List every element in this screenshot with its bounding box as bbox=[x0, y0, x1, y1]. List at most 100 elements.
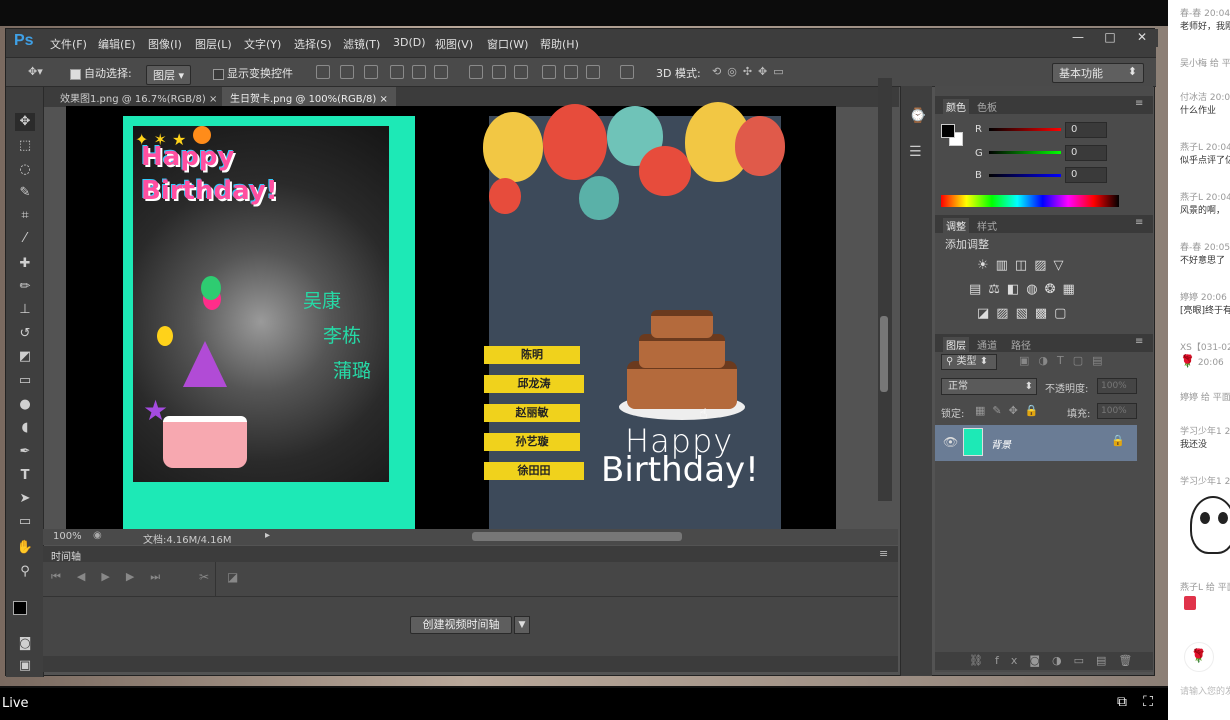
tab-color[interactable]: 颜色 bbox=[943, 99, 969, 114]
zoom-tool-icon[interactable]: ⚲ bbox=[15, 563, 35, 581]
screen-mode-icon[interactable]: ▣ bbox=[15, 657, 35, 675]
show-transform-option[interactable]: 显示变换控件 bbox=[213, 65, 293, 81]
popout-icon[interactable]: ⧉ bbox=[1114, 694, 1130, 710]
b-value[interactable]: 0 bbox=[1065, 167, 1107, 183]
b-slider[interactable] bbox=[989, 174, 1061, 177]
dodge-tool-icon[interactable]: ◖ bbox=[15, 419, 35, 437]
workspace-dropdown[interactable]: 基本功能 ⬍ bbox=[1052, 63, 1144, 83]
panel-menu-icon[interactable]: ≡ bbox=[879, 547, 888, 560]
menu-3d[interactable]: 3D(D) bbox=[393, 36, 426, 49]
maximize-button[interactable]: □ bbox=[1094, 29, 1126, 47]
panel-menu-icon[interactable]: ≡ bbox=[1135, 336, 1143, 347]
align-hcenter-icon[interactable] bbox=[412, 65, 426, 79]
history-panel-icon[interactable]: ⌚ bbox=[909, 108, 926, 124]
vertical-scrollbar[interactable] bbox=[878, 78, 892, 501]
align-bottom-icon[interactable] bbox=[364, 65, 378, 79]
blend-mode-dropdown[interactable]: 正常 ⬍ bbox=[941, 378, 1037, 395]
move-tool-icon[interactable]: ✥ bbox=[15, 113, 35, 131]
tab-swatches[interactable]: 色板 bbox=[977, 99, 997, 114]
tab-effect-image[interactable]: 效果图1.png @ 16.7%(RGB/8) × bbox=[52, 87, 225, 107]
r-value[interactable]: 0 bbox=[1065, 122, 1107, 138]
brush-tool-icon[interactable]: ✏ bbox=[15, 278, 35, 296]
properties-panel-icon[interactable]: ☰ bbox=[909, 144, 922, 160]
auto-select-checkbox[interactable] bbox=[70, 68, 81, 80]
status-menu-arrow-icon[interactable]: ▸ bbox=[265, 530, 270, 541]
menu-image[interactable]: 图像(I) bbox=[148, 36, 182, 52]
menu-help[interactable]: 帮助(H) bbox=[540, 36, 579, 52]
r-slider[interactable] bbox=[989, 128, 1061, 131]
eyedropper-tool-icon[interactable]: ⁄ bbox=[15, 230, 35, 248]
menu-view[interactable]: 视图(V) bbox=[435, 36, 473, 52]
marquee-tool-icon[interactable]: ⬚ bbox=[15, 137, 35, 155]
adjustment-icons-row-1[interactable]: ☀▥◫▨▽ bbox=[977, 258, 1071, 273]
auto-select-dropdown[interactable]: 图层 ▾ bbox=[146, 65, 192, 85]
distribute-left-icon[interactable] bbox=[542, 65, 556, 79]
menu-file[interactable]: 文件(F) bbox=[50, 36, 87, 52]
panel-menu-icon[interactable]: ≡ bbox=[1135, 98, 1143, 109]
shape-tool-icon[interactable]: ▭ bbox=[15, 513, 35, 531]
pen-tool-icon[interactable]: ✒ bbox=[15, 443, 35, 461]
align-right-icon[interactable] bbox=[434, 65, 448, 79]
layer-row-background[interactable]: 👁 背景 🔒 bbox=[935, 425, 1137, 461]
align-left-icon[interactable] bbox=[390, 65, 404, 79]
auto-select-option[interactable]: 自动选择: bbox=[70, 65, 132, 81]
distribute-bottom-icon[interactable] bbox=[514, 65, 528, 79]
color-spectrum[interactable] bbox=[941, 195, 1119, 207]
g-slider[interactable] bbox=[989, 151, 1061, 154]
panel-menu-icon[interactable]: ≡ bbox=[1135, 217, 1143, 228]
zoom-level[interactable]: 100% bbox=[53, 531, 82, 542]
align-top-icon[interactable] bbox=[316, 65, 330, 79]
lock-icons[interactable]: ▦✎✥🔒 bbox=[975, 404, 1046, 417]
menu-window[interactable]: 窗口(W) bbox=[487, 36, 528, 52]
opacity-value[interactable]: 100% bbox=[1097, 378, 1137, 394]
quick-mask-icon[interactable]: ◙ bbox=[15, 635, 35, 653]
adjustment-icons-row-3[interactable]: ◪▨▧▩▢ bbox=[977, 306, 1073, 321]
chat-input[interactable]: 请输入您的发 bbox=[1180, 684, 1230, 697]
gradient-tool-icon[interactable]: ▭ bbox=[15, 372, 35, 390]
show-transform-checkbox[interactable] bbox=[213, 68, 224, 80]
quick-select-tool-icon[interactable]: ✎ bbox=[15, 184, 35, 202]
gift-rose-button[interactable]: 🌹 bbox=[1184, 642, 1214, 672]
path-select-icon[interactable]: ➤ bbox=[15, 490, 35, 508]
menu-layer[interactable]: 图层(L) bbox=[195, 36, 232, 52]
distribute-hcenter-icon[interactable] bbox=[564, 65, 578, 79]
tab-birthday-card[interactable]: 生日贺卡.png @ 100%(RGB/8) × bbox=[222, 87, 396, 107]
tab-paths[interactable]: 路径 bbox=[1011, 337, 1031, 352]
tab-adjustments[interactable]: 调整 bbox=[943, 218, 969, 233]
tab-close-icon[interactable]: × bbox=[379, 94, 387, 105]
blur-tool-icon[interactable]: ● bbox=[15, 396, 35, 414]
type-tool-icon[interactable]: T bbox=[15, 467, 35, 485]
horizontal-scroll-thumb[interactable] bbox=[472, 532, 682, 541]
layer-filter-icons[interactable]: ▣◑T▢▤ bbox=[1019, 354, 1112, 367]
distribute-top-icon[interactable] bbox=[469, 65, 483, 79]
layer-action-icons[interactable]: ⛓fx◙◑▭▤🗑 bbox=[969, 654, 1144, 667]
scissors-icon[interactable]: ✂ bbox=[199, 570, 209, 584]
adjustment-icons-row-2[interactable]: ▤⚖◧◍❂▦ bbox=[969, 282, 1082, 297]
eye-icon[interactable]: 👁 bbox=[943, 435, 958, 449]
stamp-tool-icon[interactable]: ⊥ bbox=[15, 301, 35, 319]
fill-value[interactable]: 100% bbox=[1097, 403, 1137, 419]
eraser-tool-icon[interactable]: ◩ bbox=[15, 348, 35, 366]
healing-tool-icon[interactable]: ✚ bbox=[15, 255, 35, 273]
timeline-controls-icon[interactable]: ⏮◀▶▶⏭ bbox=[51, 570, 176, 584]
distribute-right-icon[interactable] bbox=[586, 65, 600, 79]
menu-filter[interactable]: 滤镜(T) bbox=[343, 36, 380, 52]
close-window-button[interactable]: ✕ bbox=[1126, 29, 1158, 47]
menu-edit[interactable]: 编辑(E) bbox=[98, 36, 136, 52]
fg-color-chip[interactable] bbox=[941, 124, 955, 138]
3d-tools-icon[interactable]: ⟲◎✣✥▭ bbox=[712, 65, 790, 78]
foreground-color-swatch[interactable] bbox=[13, 601, 27, 615]
distribute-vcenter-icon[interactable] bbox=[492, 65, 506, 79]
minimize-button[interactable]: — bbox=[1062, 29, 1094, 47]
timeline-dropdown-icon[interactable]: ▼ bbox=[514, 616, 530, 634]
create-video-timeline-button[interactable]: 创建视频时间轴 bbox=[410, 616, 512, 634]
lasso-tool-icon[interactable]: ◌ bbox=[15, 161, 35, 179]
tab-styles[interactable]: 样式 bbox=[977, 218, 997, 233]
crop-tool-icon[interactable]: ⌗ bbox=[15, 207, 35, 225]
move-tool-icon[interactable]: ✥▾ bbox=[28, 65, 43, 78]
vertical-scroll-thumb[interactable] bbox=[880, 316, 888, 392]
tab-close-icon[interactable]: × bbox=[209, 94, 217, 105]
menu-select[interactable]: 选择(S) bbox=[294, 36, 332, 52]
fullscreen-icon[interactable]: ⛶ bbox=[1140, 694, 1156, 710]
auto-align-icon[interactable] bbox=[620, 65, 634, 79]
